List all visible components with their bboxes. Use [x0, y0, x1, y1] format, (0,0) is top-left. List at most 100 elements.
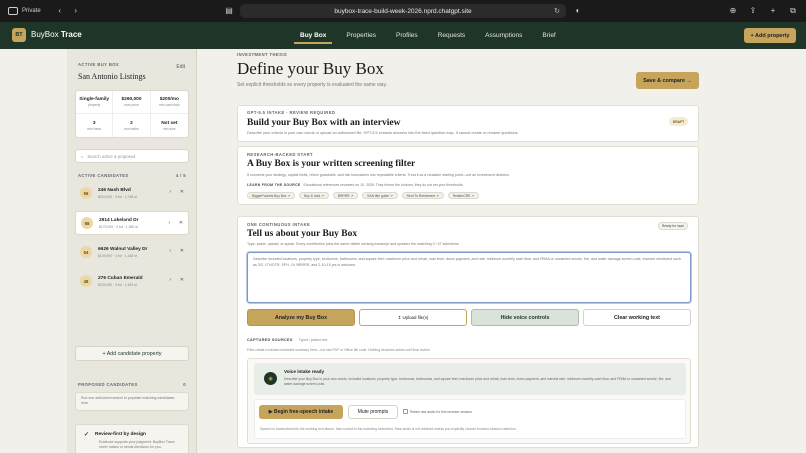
candidate-details: $229,000 · 3 bd · 1,653 sf	[98, 282, 137, 287]
microphone-icon: ◉	[264, 372, 277, 385]
reader-icon[interactable]: ▤	[224, 6, 234, 16]
source-chip[interactable]: BRRRR ↗	[332, 192, 359, 199]
research-eyebrow: RESEARCH-BACKED START	[247, 152, 314, 157]
nav-profiles[interactable]: Profiles	[386, 22, 428, 49]
candidate-item[interactable]: 56 246 Nash Blvd $210,000 · 3 bd · 1,768 …	[75, 181, 189, 205]
browser-actions: ⊕ ⇪ + ⧉	[728, 6, 798, 16]
retain-audio-checkbox[interactable]: Retain raw audio for this browser sessio…	[403, 409, 472, 414]
remove-icon[interactable]: ✕	[179, 220, 183, 226]
draft-badge: DRAFT	[669, 117, 688, 126]
url-text: buybox-trace-build-week-2026.nprd.chatgp…	[334, 7, 472, 15]
candidate-name: 6626 Walnut Valley Dr	[98, 246, 148, 252]
proposed-empty-state: Run one authorized search to populate ma…	[75, 392, 189, 411]
reload-icon[interactable]: ↻	[554, 7, 560, 15]
chevron-right-icon[interactable]: ›	[169, 189, 171, 195]
intake-title: Tell us about your Buy Box	[247, 229, 358, 239]
criteria-sub: property	[87, 103, 101, 107]
save-compare-button[interactable]: Save & compare →	[636, 72, 699, 89]
candidate-item[interactable]: 58 2914 Lakeland Dr $175,000 · 4 bd · 1,3…	[75, 211, 189, 235]
candidate-item[interactable]: 54 6626 Walnut Valley Dr $149,900 · 4 bd …	[75, 240, 189, 264]
mute-prompts-button[interactable]: Mute prompts	[348, 405, 398, 419]
analyze-buy-box-button[interactable]: Analyze my Buy Box	[247, 309, 355, 326]
remove-icon[interactable]: ✕	[180, 189, 184, 195]
source-chip[interactable]: Rent To Retirement ↗	[401, 192, 444, 199]
buy-box-title: San Antonio Listings	[78, 72, 146, 81]
candidate-details: $210,000 · 3 bd · 1,768 sf	[98, 194, 137, 199]
hide-voice-controls-button[interactable]: Hide voice controls	[471, 309, 579, 326]
add-candidate-button[interactable]: + Add candidate property	[75, 346, 189, 361]
source-chip[interactable]: BiggerPockets Buy Box ↗	[247, 192, 296, 199]
intake-eyebrow: ONE CONTINUOUS INTAKE	[247, 222, 311, 227]
nav-requests[interactable]: Requests	[428, 22, 475, 49]
learn-label: LEARN FROM THE SOURCE	[247, 183, 301, 187]
criteria-cell: $260,000 max price	[113, 91, 151, 114]
source-chip[interactable]: RealtorCRE ↗	[447, 192, 479, 199]
private-indicator[interactable]: Private	[8, 7, 41, 15]
source-chip[interactable]: Buy & hold ↗	[299, 192, 329, 199]
intake-desc: Type, paste, upload, or speak. Every con…	[247, 242, 460, 246]
chevron-right-icon[interactable]: ›	[168, 220, 170, 226]
captured-sources-label: CAPTURED SOURCES	[247, 338, 293, 342]
criteria-value: $260,000	[121, 97, 142, 102]
active-candidates-label: ACTIVE CANDIDATES	[78, 173, 129, 178]
criteria-sub: max price	[124, 103, 139, 107]
forward-icon[interactable]: ›	[71, 6, 81, 16]
proposed-candidates-count: 0	[183, 382, 186, 387]
criteria-sub: min baths	[124, 126, 139, 131]
page-subtitle: Set explicit thresholds so every propert…	[237, 82, 387, 88]
criteria-cell: 2 min baths	[113, 114, 151, 137]
voice-title: Voice intake ready	[284, 369, 325, 374]
criteria-grid: Single-family property $260,000 max price …	[75, 90, 189, 138]
upload-files-button[interactable]: ↥ Upload file(s)	[359, 309, 467, 326]
candidate-item[interactable]: 48 276 Cuban Emerald $229,000 · 3 bd · 1,…	[75, 269, 189, 293]
address-bar[interactable]: buybox-trace-build-week-2026.nprd.chatgp…	[240, 4, 566, 18]
candidates-header: ACTIVE CANDIDATES 4 / 5	[78, 173, 186, 178]
review-title: Review-first by design	[95, 432, 146, 437]
nav-brief[interactable]: Brief	[532, 22, 565, 49]
criteria-value: $200/mo	[159, 97, 179, 102]
research-title: A Buy Box is your written screening filt…	[247, 159, 416, 169]
candidate-details: $175,000 · 4 bd · 1,350 sf	[99, 224, 138, 229]
candidate-score: 56	[80, 187, 92, 199]
app-logo[interactable]: BT	[12, 28, 26, 42]
learn-row: LEARN FROM THE SOURCE Educational refere…	[247, 183, 464, 187]
candidate-search-input[interactable]: ⌕ Search active & proposed	[75, 149, 189, 163]
candidate-score: 58	[81, 217, 93, 229]
voice-ready-card: ◉ Voice intake ready Describe your Buy B…	[254, 363, 686, 395]
nav-properties[interactable]: Properties	[336, 22, 386, 49]
ready-status-badge: Ready for input	[658, 222, 688, 230]
search-placeholder: Search active & proposed	[87, 153, 136, 159]
begin-intake-button[interactable]: ▶ Begin free-speech intake	[259, 405, 343, 419]
interview-eyebrow: GPT-5.5 INTAKE · REVIEW REQUIRED	[247, 110, 336, 115]
voice-controls: ▶ Begin free-speech intake Mute prompts …	[254, 399, 686, 439]
nav-buy-box[interactable]: Buy Box	[290, 22, 336, 49]
brand-second: Trace	[60, 30, 82, 39]
theme-icon[interactable]: ◐	[573, 6, 583, 16]
share-icon[interactable]: ⇪	[748, 6, 758, 16]
new-tab-icon[interactable]: +	[768, 6, 778, 16]
clear-working-text-button[interactable]: Clear working text	[583, 309, 691, 326]
intake-card: ONE CONTINUOUS INTAKE Tell us about your…	[237, 216, 699, 448]
page-eyebrow: INVESTMENT THESIS	[237, 52, 288, 57]
back-icon[interactable]: ‹	[55, 6, 65, 16]
nav-assumptions[interactable]: Assumptions	[475, 22, 532, 49]
edit-buy-box-link[interactable]: Edit	[176, 64, 185, 70]
sidebar-toggle-icon	[8, 7, 18, 15]
chevron-right-icon[interactable]: ›	[169, 248, 171, 254]
tabs-overview-icon[interactable]: ⧉	[788, 6, 798, 16]
buy-box-description-textarea[interactable]: Describe included locations, property ty…	[247, 252, 691, 303]
interview-desc: Describe your criteria in your own words…	[247, 131, 519, 135]
add-property-button[interactable]: + Add property	[744, 28, 796, 43]
brand-first: BuyBox	[31, 30, 59, 39]
chevron-right-icon[interactable]: ›	[169, 277, 171, 283]
search-icon: ⌕	[81, 153, 84, 159]
active-candidates-count: 4 / 5	[175, 173, 186, 178]
criteria-cell: $200/mo min cash flow	[150, 91, 188, 114]
source-chip[interactable]: SAN title guide ↗	[362, 192, 398, 199]
candidate-name: 246 Nash Blvd	[98, 187, 131, 193]
remove-icon[interactable]: ✕	[180, 248, 184, 254]
remove-icon[interactable]: ✕	[180, 277, 184, 283]
checkbox-box[interactable]	[403, 409, 408, 414]
download-icon[interactable]: ⊕	[728, 6, 738, 16]
criteria-value: 2	[130, 120, 133, 126]
